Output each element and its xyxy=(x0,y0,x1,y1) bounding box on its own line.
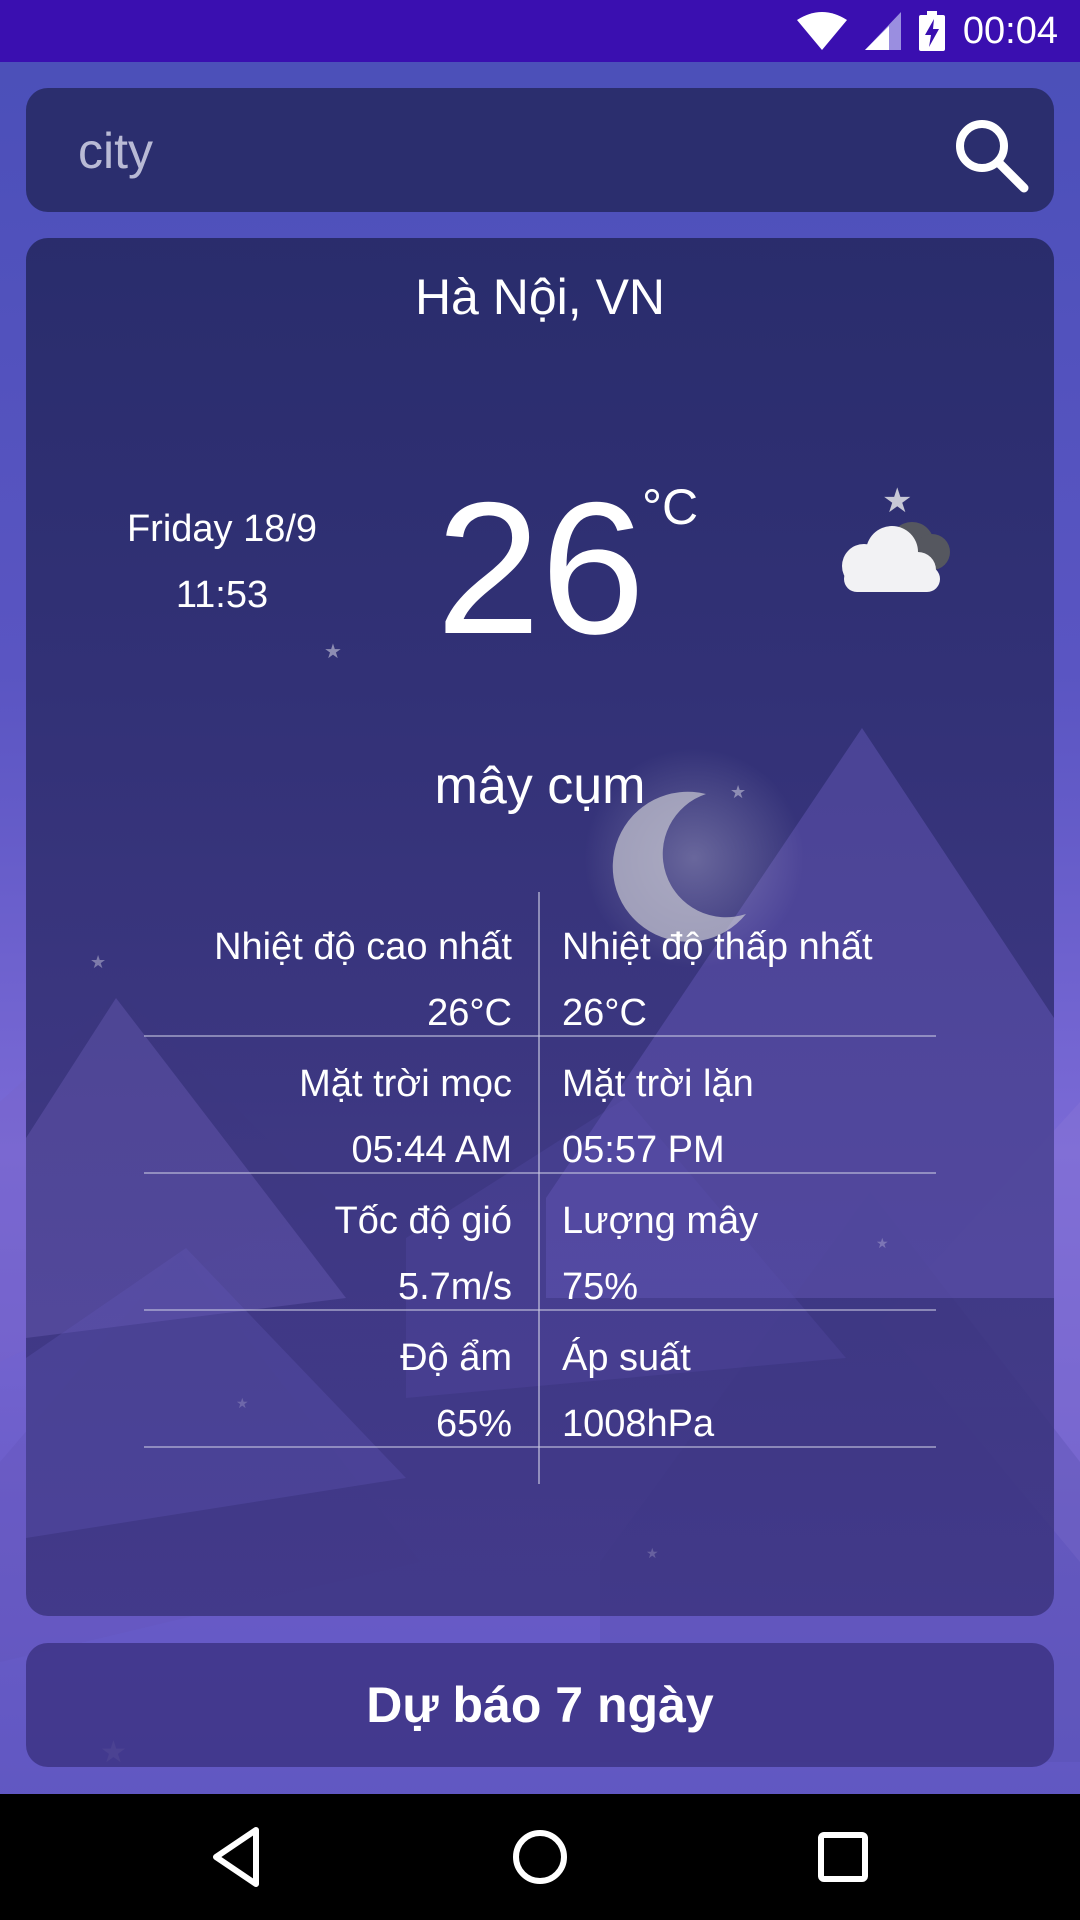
stat-value-pressure: 1008hPa xyxy=(562,1403,715,1445)
weather-stats-table: Nhiệt độ cao nhất 26°C Nhiệt độ thấp nhấ… xyxy=(144,900,936,1448)
city-search-input[interactable] xyxy=(76,108,940,194)
svg-text:★: ★ xyxy=(882,482,912,520)
status-bar: 00:04 xyxy=(0,0,1080,62)
svg-text:★: ★ xyxy=(324,641,342,663)
search-bar xyxy=(26,88,1054,212)
stat-label-wind-speed: Tốc độ gió xyxy=(334,1200,512,1242)
date-time: Friday 18/9 11:53 xyxy=(82,496,362,628)
date-label: Friday 18/9 xyxy=(126,508,318,550)
stats-row: Độ ẩm 65% Áp suất 1008hPa xyxy=(144,1311,936,1448)
forecast-7-days-button[interactable]: Dự báo 7 ngày xyxy=(26,1643,1054,1767)
stat-label-pressure: Áp suất xyxy=(562,1337,691,1379)
stat-label-sunset: Mặt trời lặn xyxy=(562,1063,754,1105)
stat-label-humidity: Độ ẩm xyxy=(400,1337,512,1379)
stats-row: Nhiệt độ cao nhất 26°C Nhiệt độ thấp nhấ… xyxy=(144,900,936,1037)
home-icon[interactable] xyxy=(505,1822,575,1892)
stat-value-humidity: 65% xyxy=(435,1403,512,1445)
weather-description: mây cụm xyxy=(434,757,646,815)
navigation-bar xyxy=(0,1794,1080,1920)
stats-row: Tốc độ gió 5.7m/s Lượng mây 75% xyxy=(144,1174,936,1311)
stat-label-min-temp: Nhiệt độ thấp nhất xyxy=(562,926,873,968)
temperature-value: 26 xyxy=(436,463,646,673)
battery-charging-icon xyxy=(918,11,945,51)
cloudy-night-icon: ★ xyxy=(842,482,950,592)
time-label: 11:53 xyxy=(175,574,269,616)
status-time: 00:04 xyxy=(962,9,1058,52)
stat-label-cloudiness: Lượng mây xyxy=(562,1200,759,1242)
svg-text:★: ★ xyxy=(646,1545,659,1561)
city-name: Hà Nội, VN xyxy=(414,269,666,325)
stats-row: Mặt trời mọc 05:44 AM Mặt trời lặn 05:57… xyxy=(144,1037,936,1174)
stat-label-max-temp: Nhiệt độ cao nhất xyxy=(214,926,512,968)
recents-icon[interactable] xyxy=(808,1822,878,1892)
stat-label-sunrise: Mặt trời mọc xyxy=(299,1063,512,1105)
temperature-unit: °C xyxy=(642,479,699,535)
svg-text:★: ★ xyxy=(90,952,106,972)
cell-signal-icon xyxy=(864,12,901,50)
wifi-icon xyxy=(796,12,847,50)
back-icon[interactable] xyxy=(202,1822,272,1892)
search-icon[interactable] xyxy=(950,114,1030,194)
